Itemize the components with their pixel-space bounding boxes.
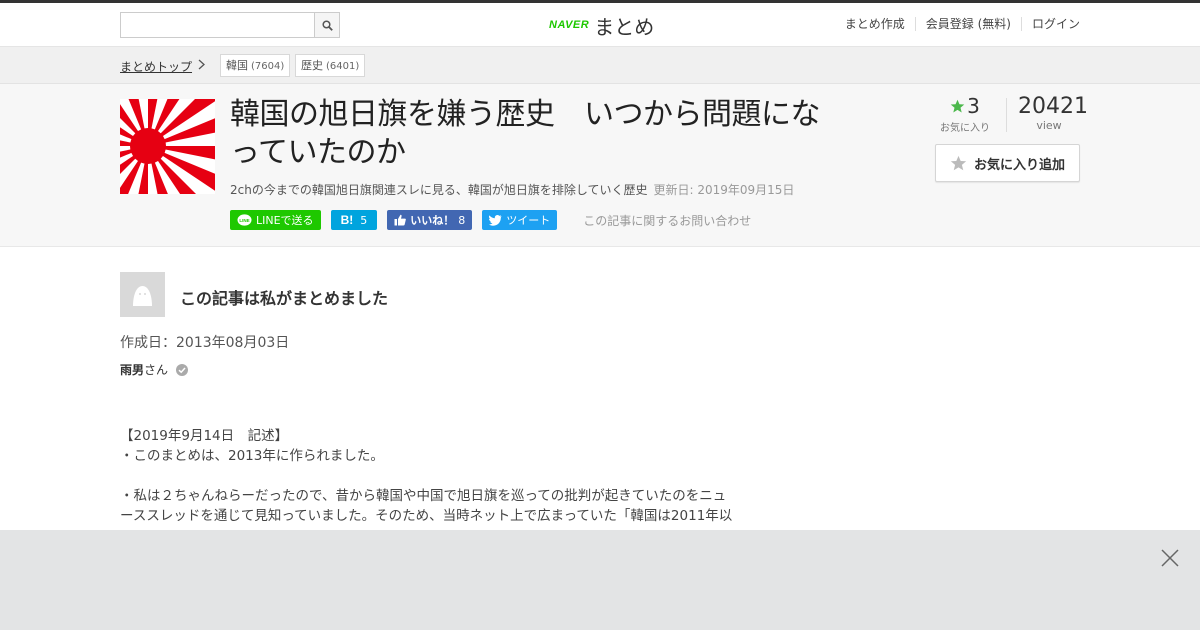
updated-date: 更新日: 2019年09月15日 [653, 183, 795, 197]
logo-matome: まとめ [594, 14, 655, 39]
author-suffix: さん [144, 363, 169, 377]
facebook-like-label: いいね！ [410, 214, 455, 227]
author-name[interactable]: 雨男 [120, 361, 144, 378]
author-heading: この記事は私がまとめました [180, 289, 389, 308]
author-avatar[interactable] [120, 272, 165, 317]
line-share-label: LINEで送る [256, 214, 314, 227]
header-nav: まとめ作成 会員登録 (無料) ログイン [835, 17, 1080, 31]
hatena-count: 5 [360, 213, 368, 227]
logo-naver: NAVER [549, 19, 590, 31]
favorites-label: お気に入り [940, 123, 990, 134]
thumbs-up-icon [394, 214, 407, 226]
add-favorite-button[interactable]: お気に入り追加 [935, 144, 1080, 182]
author-name-row: 雨男 さん [120, 361, 189, 378]
article-thumbnail[interactable] [120, 99, 215, 194]
close-overlay-button[interactable] [1160, 548, 1180, 568]
created-date: 作成日：2013年08月03日 [120, 335, 290, 351]
search-icon [321, 19, 333, 31]
social-share-bar: LINE LINEで送る B! 5 いいね！ 8 ツイート この記事に関するお問… [230, 210, 751, 230]
article-inquiry-link[interactable]: この記事に関するお問い合わせ [583, 212, 751, 229]
line-icon: LINE [237, 213, 252, 226]
hatena-bookmark-button[interactable]: B! 5 [330, 210, 378, 230]
star-outline-icon [950, 155, 967, 170]
line-share-button[interactable]: LINE LINEで送る [230, 210, 321, 230]
tag-label: 韓国 [226, 59, 248, 72]
verified-check-icon [176, 363, 189, 376]
svg-text:LINE: LINE [239, 218, 249, 223]
site-logo[interactable]: NAVER まとめ [549, 12, 655, 39]
close-icon [1161, 549, 1179, 567]
breadcrumb-home[interactable]: まとめトップ [120, 58, 192, 75]
body-line: ・私は２ちゃんねらーだったので、昔から韓国や中国で旭日旗を巡っての批判が起きてい… [120, 488, 727, 504]
nav-register[interactable]: 会員登録 (無料) [914, 17, 1021, 31]
tag-history[interactable]: 歴史 (6401) [295, 54, 366, 77]
tag-count: (6401) [326, 61, 360, 72]
search-input[interactable] [121, 13, 314, 37]
tag-korea[interactable]: 韓国 (7604) [220, 54, 291, 77]
article-header: 韓国の旭日旗を嫌う歴史 いつから問題になっていたのか 2chの今までの韓国旭日旗… [0, 84, 1200, 247]
search-button[interactable] [314, 13, 339, 37]
site-header: NAVER まとめ まとめ作成 会員登録 (無料) ログイン [0, 3, 1200, 47]
nav-login[interactable]: ログイン [1020, 17, 1080, 31]
counter-divider [1006, 98, 1007, 132]
bottom-ad-overlay [0, 530, 1200, 630]
twitter-bird-icon [489, 214, 502, 226]
chevron-right-icon [198, 59, 205, 73]
rising-sun-flag-image [120, 99, 215, 194]
tweet-button[interactable]: ツイート [482, 210, 558, 230]
facebook-like-button[interactable]: いいね！ 8 [387, 210, 473, 230]
body-line: ーススレッドを通じて見知っていました。そのため、当時ネット上で広まっていた「韓国… [120, 508, 733, 524]
body-line: 【2019年9月14日 記述】 [120, 428, 289, 444]
favorites-counter: 3 お気に入り [940, 94, 990, 134]
breadcrumb-bar: まとめトップ 韓国 (7604) 歴史 (6401) [0, 47, 1200, 84]
article-description: 2chの今までの韓国旭日旗関連スレに見る、韓国が旭日旗を排除していく歴史 更新日:… [230, 181, 794, 198]
nav-create-matome[interactable]: まとめ作成 [835, 17, 915, 31]
default-avatar-icon [133, 286, 152, 306]
article-title: 韓国の旭日旗を嫌う歴史 いつから問題になっていたのか [230, 97, 821, 170]
facebook-like-count: 8 [458, 213, 466, 227]
article-body: 【2019年9月14日 記述】 ・このまとめは、2013年に作られました。 ・私… [120, 426, 760, 526]
view-count: 20421 [1018, 94, 1088, 119]
article-description-text: 2chの今までの韓国旭日旗関連スレに見る、韓国が旭日旗を排除していく歴史 [230, 183, 648, 197]
star-icon [950, 99, 965, 112]
hatena-b-icon: B! [340, 213, 354, 227]
search-box [120, 12, 340, 38]
tag-count: (7604) [251, 61, 285, 72]
tag-label: 歴史 [301, 59, 323, 72]
tweet-label: ツイート [506, 214, 551, 227]
add-favorite-label: お気に入り追加 [973, 157, 1065, 173]
view-counter: 20421 view [1018, 94, 1088, 132]
favorites-count: 3 [967, 94, 980, 118]
body-line: ・このまとめは、2013年に作られました。 [120, 448, 384, 464]
view-label: view [1036, 119, 1062, 132]
